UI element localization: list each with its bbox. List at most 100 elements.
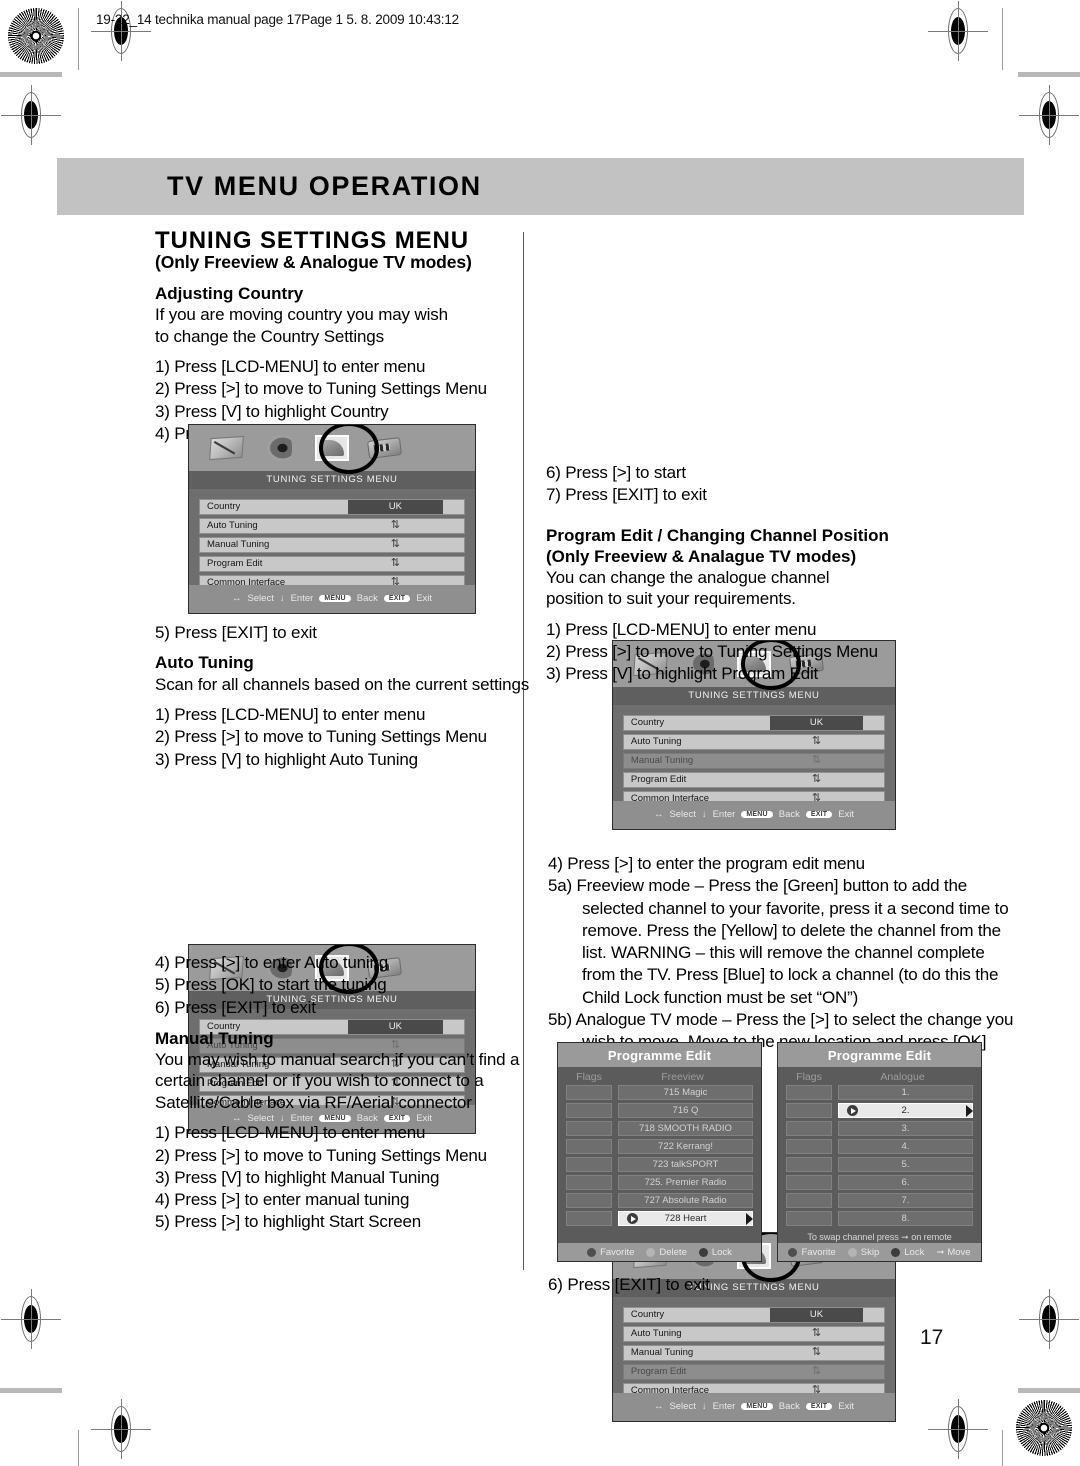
select-label: Select bbox=[669, 1401, 696, 1413]
flag-cell[interactable] bbox=[566, 1211, 612, 1226]
footer-favorite[interactable]: Favorite bbox=[587, 1247, 634, 1258]
footer-delete[interactable]: Delete bbox=[646, 1247, 687, 1258]
programme-row[interactable]: 722 Kerrang! bbox=[558, 1139, 761, 1154]
sound-icon[interactable] bbox=[260, 431, 299, 465]
updown-arrows-icon[interactable]: ⇅ bbox=[770, 1328, 864, 1339]
programme-row[interactable]: 3. bbox=[778, 1121, 981, 1136]
flag-cell[interactable] bbox=[566, 1103, 612, 1118]
programme-row[interactable]: 715 Magic bbox=[558, 1085, 761, 1100]
updown-arrows-icon[interactable]: ⇅ bbox=[770, 1366, 864, 1377]
programme-row[interactable]: 6. bbox=[778, 1175, 981, 1190]
footer-lock[interactable]: Lock bbox=[698, 1247, 732, 1258]
channel-name[interactable]: 3. bbox=[838, 1121, 973, 1136]
osd-footer: ↔ Select ↓ Enter MENU Back EXIT Exit bbox=[613, 1392, 895, 1421]
flag-cell[interactable] bbox=[566, 1121, 612, 1136]
channel-name[interactable]: 725. Premier Radio bbox=[618, 1175, 753, 1190]
tv-tuning-icon[interactable] bbox=[312, 431, 351, 465]
osd-tuning-settings-country[interactable]: TUNING SETTINGS MENU Country UK Auto Tun… bbox=[188, 424, 476, 614]
flag-cell[interactable] bbox=[566, 1085, 612, 1100]
channel-name[interactable]: 718 SMOOTH RADIO bbox=[618, 1121, 753, 1136]
osd-row-auto-tuning[interactable]: Auto Tuning ⇅ bbox=[199, 517, 465, 534]
channel-name[interactable]: 4. bbox=[838, 1139, 973, 1154]
osd-row-auto-tuning[interactable]: Auto Tuning ⇅ bbox=[622, 733, 886, 750]
programme-row[interactable]: 723 talkSPORT bbox=[558, 1157, 761, 1172]
channel-name[interactable]: 8. bbox=[838, 1211, 973, 1226]
osd-row-program-edit[interactable]: Program Edit ⇅ bbox=[199, 555, 465, 572]
skip-dot-icon bbox=[847, 1247, 857, 1257]
osd-row-manual-tuning[interactable]: Manual Tuning ⇅ bbox=[622, 1344, 886, 1361]
osd-row-manual-tuning[interactable]: Manual Tuning ⇅ bbox=[199, 536, 465, 553]
updown-arrows-icon[interactable]: ⇅ bbox=[770, 774, 864, 785]
flag-cell[interactable] bbox=[566, 1139, 612, 1154]
programme-row[interactable]: 718 SMOOTH RADIO bbox=[558, 1121, 761, 1136]
programme-row[interactable]: 5. bbox=[778, 1157, 981, 1172]
step-item: 1) Press [LCD-MENU] to enter menu bbox=[155, 1123, 426, 1143]
flag-cell[interactable] bbox=[786, 1139, 832, 1154]
osd-row-manual-tuning[interactable]: Manual Tuning ⇅ bbox=[622, 752, 886, 769]
osd-row-country[interactable]: Country UK bbox=[622, 1306, 886, 1323]
updown-arrows-icon[interactable]: ⇅ bbox=[348, 558, 443, 569]
footer-skip[interactable]: Skip bbox=[847, 1247, 879, 1258]
channel-name[interactable]: 7. bbox=[838, 1193, 973, 1208]
channel-name[interactable]: 5. bbox=[838, 1157, 973, 1172]
flag-cell[interactable] bbox=[566, 1157, 612, 1172]
updown-arrows-icon[interactable]: ⇅ bbox=[770, 1347, 864, 1358]
flag-cell[interactable] bbox=[786, 1211, 832, 1226]
flag-cell[interactable] bbox=[566, 1175, 612, 1190]
osd-row-country[interactable]: Country UK bbox=[622, 714, 886, 731]
channel-name[interactable]: 6. bbox=[838, 1175, 973, 1190]
programme-row[interactable]: 4. bbox=[778, 1139, 981, 1154]
updown-arrows-icon[interactable]: ⇅ bbox=[348, 539, 443, 550]
programme-row-selected[interactable]: 728 Heart bbox=[558, 1211, 761, 1226]
column-headers: Flags Analogue bbox=[778, 1067, 981, 1085]
channel-name[interactable]: 722 Kerrang! bbox=[618, 1139, 753, 1154]
setup-icon[interactable] bbox=[418, 431, 457, 465]
footer-favorite[interactable]: Favorite bbox=[788, 1247, 836, 1258]
osd-row-value[interactable]: UK bbox=[769, 715, 864, 730]
step-item: 5) Press [OK] to start the tuning bbox=[155, 975, 387, 995]
footer-move[interactable]: ➞ Move bbox=[936, 1247, 970, 1258]
programme-row[interactable]: 8. bbox=[778, 1211, 981, 1226]
select-arrows-icon: ↔ bbox=[653, 809, 664, 821]
favorite-dot-icon bbox=[587, 1247, 597, 1257]
programme-row[interactable]: 716 Q bbox=[558, 1103, 761, 1118]
flag-cell[interactable] bbox=[566, 1193, 612, 1208]
flag-cell[interactable] bbox=[786, 1103, 832, 1118]
lock-dot-icon bbox=[698, 1247, 708, 1257]
updown-arrows-icon[interactable]: ⇅ bbox=[770, 755, 864, 766]
osd-row-value[interactable]: UK bbox=[769, 1307, 864, 1322]
channel-name[interactable]: 727 Absolute Radio bbox=[618, 1193, 753, 1208]
picture-icon[interactable] bbox=[207, 431, 246, 465]
programme-edit-analogue-panel[interactable]: Programme Edit Flags Analogue 1. 2. 3. 4… bbox=[777, 1042, 982, 1262]
flag-cell[interactable] bbox=[786, 1157, 832, 1172]
osd-row-program-edit[interactable]: Program Edit ⇅ bbox=[622, 771, 886, 788]
chevron-right-icon bbox=[966, 1104, 973, 1117]
osd-row-value[interactable]: UK bbox=[347, 499, 443, 514]
osd-row-auto-tuning[interactable]: Auto Tuning ⇅ bbox=[622, 1325, 886, 1342]
program-edit-steps: 1) Press [LCD-MENU] to enter menu 2) Pre… bbox=[546, 619, 1016, 686]
updown-arrows-icon[interactable]: ⇅ bbox=[348, 520, 443, 531]
programme-row[interactable]: 727 Absolute Radio bbox=[558, 1193, 761, 1208]
updown-arrows-icon[interactable]: ⇅ bbox=[770, 736, 864, 747]
menu-key-pill: MENU bbox=[319, 595, 351, 603]
flag-cell[interactable] bbox=[786, 1193, 832, 1208]
osd-row-program-edit[interactable]: Program Edit ⇅ bbox=[622, 1363, 886, 1380]
channel-name[interactable]: 2. bbox=[838, 1103, 973, 1118]
osd-row-country[interactable]: Country UK bbox=[199, 498, 465, 515]
programme-edit-freeview-panel[interactable]: Programme Edit Flags Freeview 715 Magic … bbox=[557, 1042, 762, 1262]
flag-cell[interactable] bbox=[786, 1175, 832, 1190]
footer-lock[interactable]: Lock bbox=[891, 1247, 924, 1258]
channel-name[interactable]: 723 talkSPORT bbox=[618, 1157, 753, 1172]
flag-cell[interactable] bbox=[786, 1121, 832, 1136]
channel-name[interactable]: 728 Heart bbox=[618, 1211, 753, 1226]
device-icon[interactable] bbox=[365, 431, 404, 465]
programme-row[interactable]: 725. Premier Radio bbox=[558, 1175, 761, 1190]
play-icon bbox=[847, 1105, 858, 1116]
programme-row[interactable]: 7. bbox=[778, 1193, 981, 1208]
channel-name[interactable]: 715 Magic bbox=[618, 1085, 753, 1100]
channel-name[interactable]: 716 Q bbox=[618, 1103, 753, 1118]
channel-name[interactable]: 1. bbox=[838, 1085, 973, 1100]
programme-row-selected[interactable]: 2. bbox=[778, 1103, 981, 1118]
flag-cell[interactable] bbox=[786, 1085, 832, 1100]
programme-row[interactable]: 1. bbox=[778, 1085, 981, 1100]
